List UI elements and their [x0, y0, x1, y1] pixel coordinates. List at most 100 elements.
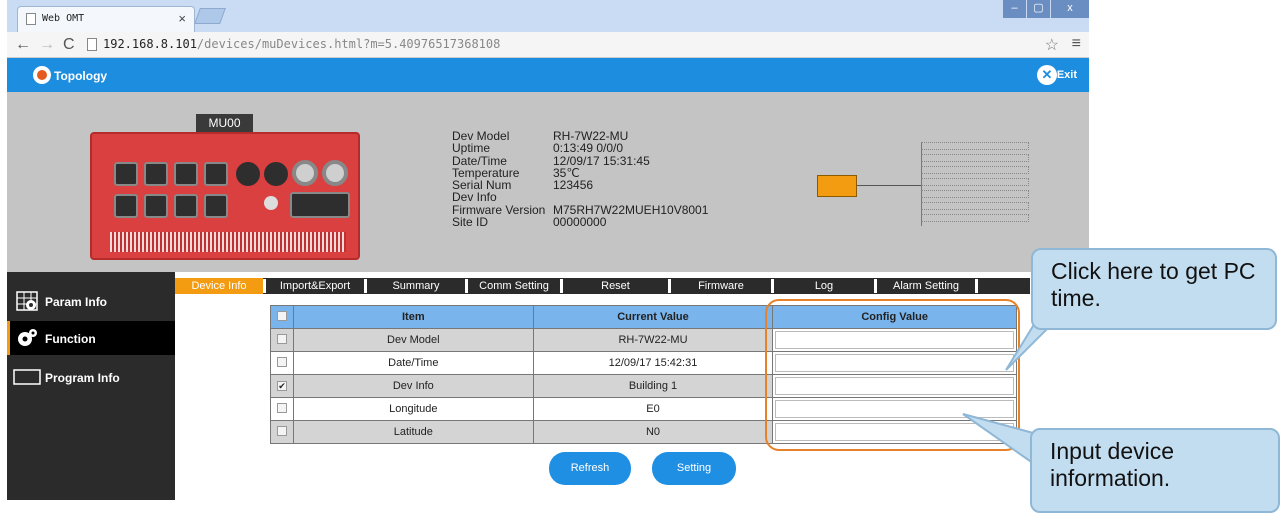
tab-summary[interactable]: Summary [367, 278, 465, 294]
sidebar-item-function[interactable]: Function [7, 321, 175, 355]
setting-button[interactable]: Setting [652, 452, 736, 485]
sidebar-item-label: Program Info [45, 371, 120, 385]
url-path: /devices/muDevices.html?m=5.409765173681… [196, 37, 501, 51]
tab-firmware[interactable]: Firmware [671, 278, 771, 294]
ru-slot[interactable] [921, 142, 1029, 150]
port-icon [174, 162, 198, 186]
device-info-list: Dev Model RH-7W22-MU Uptime 0:13:49 0/0/0 … [452, 130, 708, 230]
row-checkbox[interactable] [276, 356, 287, 367]
row-checkbox[interactable] [276, 333, 287, 344]
address-bar: ← → C 192.168.8.101/devices/muDevices.ht… [7, 32, 1089, 58]
gear-icon [18, 329, 37, 346]
bookmark-star-icon[interactable]: ☆ [1045, 35, 1059, 55]
port-icon [144, 194, 168, 218]
topology-link-line [857, 185, 921, 186]
sidebar-item-program-info[interactable]: Program Info [7, 360, 175, 394]
current-value-cell: RH-7W22-MU [532, 328, 774, 352]
select-all-cell [270, 305, 294, 329]
active-indicator [7, 321, 10, 355]
tab-separator [975, 279, 978, 293]
exit-icon[interactable]: ✕ [1037, 65, 1057, 85]
tab-log[interactable]: Log [774, 278, 874, 294]
info-value: 00000000 [553, 215, 607, 230]
ru-slot[interactable] [921, 166, 1029, 174]
topology-link[interactable]: Topology [54, 69, 107, 83]
page-icon [26, 13, 36, 25]
reload-icon[interactable]: C [63, 36, 75, 54]
tab-import-export[interactable]: Import&Export [266, 278, 364, 294]
app-header: Topology ✕ Exit [7, 58, 1089, 92]
url-host: 192.168.8.101 [103, 37, 197, 51]
port-icon [174, 194, 198, 218]
mu-node[interactable] [817, 175, 857, 197]
sidebar-item-param-info[interactable]: Param Info [7, 284, 175, 318]
item-cell: Longitude [292, 397, 534, 421]
menu-icon[interactable]: ≡ [1072, 35, 1081, 53]
heatsink-fins [110, 232, 346, 252]
topology-icon[interactable] [33, 66, 51, 84]
info-value: 123456 [553, 178, 594, 193]
row-checkbox-cell [270, 351, 294, 375]
current-value-cell: N0 [532, 420, 774, 444]
ru-slot[interactable] [921, 190, 1029, 198]
exit-link[interactable]: Exit [1057, 69, 1077, 81]
sidebar-item-label: Function [45, 332, 96, 346]
function-tabs: Device Info Import&Export Summary Comm S… [175, 278, 1030, 294]
minimize-button[interactable]: – [1003, 0, 1026, 18]
row-checkbox-cell [270, 420, 294, 444]
unit-label: MU00 [196, 114, 253, 133]
item-cell: Latitude [292, 420, 534, 444]
sidebar-item-label: Param Info [45, 295, 108, 309]
row-checkbox-checked[interactable]: ✔ [276, 381, 287, 391]
port-icon [114, 162, 138, 186]
info-row: Uptime 0:13:49 0/0/0 [452, 141, 708, 156]
rj45-port-icon [290, 192, 350, 218]
monitor-icon [13, 369, 41, 385]
port-icon [144, 162, 168, 186]
info-value: 0:13:49 0/0/0 [553, 141, 624, 156]
browser-tab[interactable]: Web OMT × [17, 6, 195, 32]
current-value-cell: 12/09/17 15:42:31 [532, 351, 774, 375]
info-key: Uptime [452, 141, 491, 156]
led-icon [264, 196, 278, 210]
row-checkbox[interactable] [276, 425, 287, 436]
connector-icon [236, 162, 260, 186]
item-cell: Dev Info [292, 374, 534, 398]
port-icon [204, 194, 228, 218]
maximize-button[interactable]: ▢ [1027, 0, 1050, 18]
tab-close-icon[interactable]: × [178, 11, 186, 26]
refresh-button[interactable]: Refresh [549, 452, 631, 485]
back-arrow-icon[interactable]: ← [15, 36, 31, 54]
tab-alarm-setting[interactable]: Alarm Setting [877, 278, 975, 294]
forward-arrow-icon[interactable]: → [39, 36, 55, 54]
tab-device-info[interactable]: Device Info [175, 278, 263, 294]
tab-reset[interactable]: Reset [563, 278, 668, 294]
ru-slot[interactable] [921, 202, 1029, 210]
ru-slot[interactable] [921, 214, 1029, 222]
close-window-button[interactable]: x [1051, 0, 1089, 18]
ru-slot[interactable] [921, 178, 1029, 186]
page-icon [87, 38, 97, 51]
column-header-item: Item [292, 305, 534, 329]
info-key: Dev Info [452, 190, 497, 205]
browser-tab-title: Web OMT [42, 13, 85, 24]
port-icon [204, 162, 228, 186]
connector-icon [264, 162, 288, 186]
current-value-cell: E0 [532, 397, 774, 421]
device-image [90, 132, 360, 260]
port-icon [114, 194, 138, 218]
coax-connector-icon [322, 160, 348, 186]
ru-slot[interactable] [921, 154, 1029, 162]
sidebar: Param Info Function Program Info [7, 272, 175, 500]
row-checkbox[interactable] [276, 402, 287, 413]
window-controls: – ▢ x [1002, 0, 1089, 20]
column-header-current-value: Current Value [532, 305, 774, 329]
remote-units-diagram [921, 138, 1029, 230]
tab-comm-setting[interactable]: Comm Setting [468, 278, 560, 294]
info-row: Dev Info [452, 190, 708, 205]
item-cell: Dev Model [292, 328, 534, 352]
row-checkbox-cell [270, 397, 294, 421]
new-tab-button[interactable] [194, 8, 226, 24]
select-all-checkbox[interactable] [276, 310, 287, 321]
url-field[interactable]: 192.168.8.101/devices/muDevices.html?m=5… [103, 37, 500, 51]
